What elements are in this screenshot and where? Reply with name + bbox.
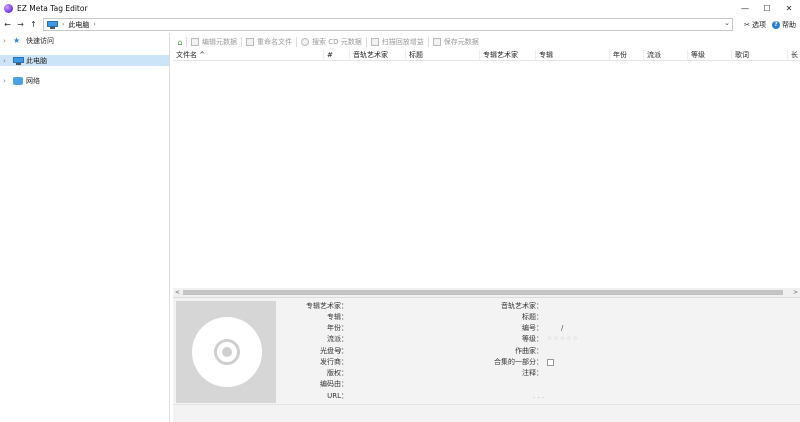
- search-cd-metadata-button[interactable]: 搜索 CD 元数据: [297, 36, 366, 48]
- horizontal-scrollbar[interactable]: < >: [173, 288, 800, 297]
- star-icon: ★: [13, 35, 21, 45]
- expand-chevron-icon[interactable]: ›: [3, 77, 11, 85]
- edit-metadata-button[interactable]: 编辑元数据: [187, 36, 241, 48]
- genre-label: 流派：: [327, 335, 348, 343]
- column-header-track-artist[interactable]: 音轨艺术家: [349, 50, 405, 61]
- scan-replay-gain-label: 扫描回放增益: [381, 38, 424, 46]
- rating-label: 等级：: [522, 335, 543, 343]
- minimize-button[interactable]: —: [734, 0, 756, 16]
- app-logo-icon: [4, 3, 13, 13]
- rating-stars[interactable]: ☆☆☆☆☆: [547, 334, 579, 344]
- expand-chevron-icon[interactable]: ›: [3, 37, 11, 45]
- tree-item-quick-access[interactable]: › ★ 快速访问: [0, 35, 169, 46]
- options-button[interactable]: ✂ 选项: [744, 20, 766, 30]
- search-cd-metadata-label: 搜索 CD 元数据: [312, 38, 362, 46]
- album-artist-label: 专辑艺术家：: [306, 302, 348, 310]
- resize-grip[interactable]: · · ·: [533, 393, 544, 403]
- cd-icon: [301, 38, 309, 46]
- metadata-details-panel: 专辑艺术家： 专辑： 年份： 流派： 光盘号： / 发行商： 版权： 编码由： …: [173, 297, 800, 404]
- save-icon: [432, 38, 441, 46]
- track-number-value[interactable]: /: [561, 323, 563, 333]
- tree-item-this-pc[interactable]: › 此电脑: [0, 55, 169, 66]
- scan-replay-gain-button[interactable]: 扫描回放增益: [367, 36, 428, 48]
- comment-label: 注释：: [522, 369, 543, 377]
- edit-metadata-label: 编辑元数据: [202, 38, 237, 46]
- copyright-label: 版权：: [327, 369, 348, 377]
- edit-icon: [191, 38, 199, 46]
- url-label: URL：: [327, 392, 348, 400]
- column-header-year[interactable]: 年份: [609, 50, 643, 61]
- close-button[interactable]: ✕: [778, 0, 800, 16]
- tree-item-label: 快速访问: [26, 36, 54, 45]
- scrollbar-thumb[interactable]: [183, 290, 783, 295]
- save-metadata-label: 保存元数据: [443, 38, 479, 46]
- scan-icon: [370, 38, 379, 46]
- rename-files-label: 重命名文件: [257, 38, 292, 46]
- year-label: 年份：: [327, 324, 348, 332]
- album-label: 专辑：: [327, 313, 348, 321]
- composer-label: 作曲家：: [515, 347, 543, 355]
- navigation-bar: ← → ↑ › 此电脑 › ⌄ ✂ 选项 ? 帮助: [0, 16, 800, 33]
- column-header-rating[interactable]: 等级: [687, 50, 731, 61]
- save-metadata-button[interactable]: 保存元数据: [429, 36, 483, 48]
- window-controls: — ☐ ✕: [734, 0, 800, 16]
- help-button[interactable]: ? 帮助: [772, 20, 796, 30]
- breadcrumb-this-pc[interactable]: 此电脑: [68, 20, 89, 30]
- column-header-title[interactable]: 标题: [405, 50, 479, 61]
- part-of-compilation-label: 合集的一部分：: [494, 358, 543, 366]
- column-header-genre[interactable]: 流派: [643, 50, 687, 61]
- address-bar[interactable]: › 此电脑 › ⌄: [43, 18, 733, 31]
- scroll-left-button[interactable]: <: [173, 288, 182, 297]
- cd-placeholder-icon: [192, 317, 262, 387]
- scroll-right-button[interactable]: >: [791, 288, 800, 297]
- file-list[interactable]: [173, 61, 800, 288]
- file-list-header: 文件名 ^ # 音轨艺术家 标题 专辑艺术家 专辑 年份 流派 等级 歌词 长: [173, 50, 800, 61]
- up-button[interactable]: ↑: [28, 19, 39, 31]
- column-header-album-artist[interactable]: 专辑艺术家: [479, 50, 535, 61]
- help-icon: ?: [772, 20, 780, 29]
- tree-item-label: 此电脑: [26, 56, 47, 65]
- help-label: 帮助: [782, 20, 796, 29]
- action-toolbar: ⌂ 编辑元数据 重命名文件 搜索 CD 元数据 扫描回放增益 保存元数据: [171, 35, 800, 49]
- scissors-icon: ✂: [744, 20, 750, 29]
- address-dropdown-icon[interactable]: ⌄: [724, 19, 730, 27]
- status-bar: [173, 404, 800, 422]
- disc-number-value[interactable]: /: [339, 346, 341, 356]
- column-header-length[interactable]: 长: [787, 50, 800, 61]
- column-header-lyrics[interactable]: 歌词: [731, 50, 787, 61]
- rename-icon: [246, 38, 254, 46]
- back-button[interactable]: ←: [2, 19, 13, 31]
- forward-button[interactable]: →: [15, 19, 26, 31]
- disc-number-label: 光盘号：: [320, 347, 348, 355]
- column-header-filename[interactable]: 文件名 ^: [173, 50, 323, 61]
- tree-item-network[interactable]: › 网络: [0, 75, 169, 86]
- computer-icon: [47, 20, 58, 29]
- title-label: 标题：: [522, 313, 543, 321]
- maximize-button[interactable]: ☐: [756, 0, 778, 16]
- folder-tree: › ★ 快速访问 › 此电脑 › 网络: [0, 33, 170, 422]
- options-label: 选项: [752, 20, 766, 29]
- title-bar: EZ Meta Tag Editor — ☐ ✕: [0, 0, 800, 16]
- expand-chevron-icon[interactable]: ›: [3, 57, 11, 65]
- tree-item-label: 网络: [26, 76, 40, 85]
- breadcrumb-separator: ›: [62, 21, 65, 28]
- encoded-by-label: 编码由：: [320, 380, 348, 388]
- home-icon[interactable]: ⌂: [174, 37, 186, 47]
- window-title: EZ Meta Tag Editor: [17, 3, 88, 13]
- rename-files-button[interactable]: 重命名文件: [242, 36, 296, 48]
- right-toolbar: ✂ 选项 ? 帮助: [744, 17, 796, 32]
- album-cover[interactable]: [176, 301, 276, 403]
- network-icon: [13, 76, 23, 85]
- column-header-album[interactable]: 专辑: [535, 50, 609, 61]
- breadcrumb-chevron-icon[interactable]: ›: [93, 21, 95, 28]
- publisher-label: 发行商：: [320, 358, 348, 366]
- column-header-track-number[interactable]: #: [323, 50, 349, 61]
- track-artist-label: 音轨艺术家：: [501, 302, 543, 310]
- computer-icon: [13, 56, 24, 65]
- track-number-label: 编号：: [522, 324, 543, 332]
- compilation-checkbox[interactable]: [547, 359, 554, 366]
